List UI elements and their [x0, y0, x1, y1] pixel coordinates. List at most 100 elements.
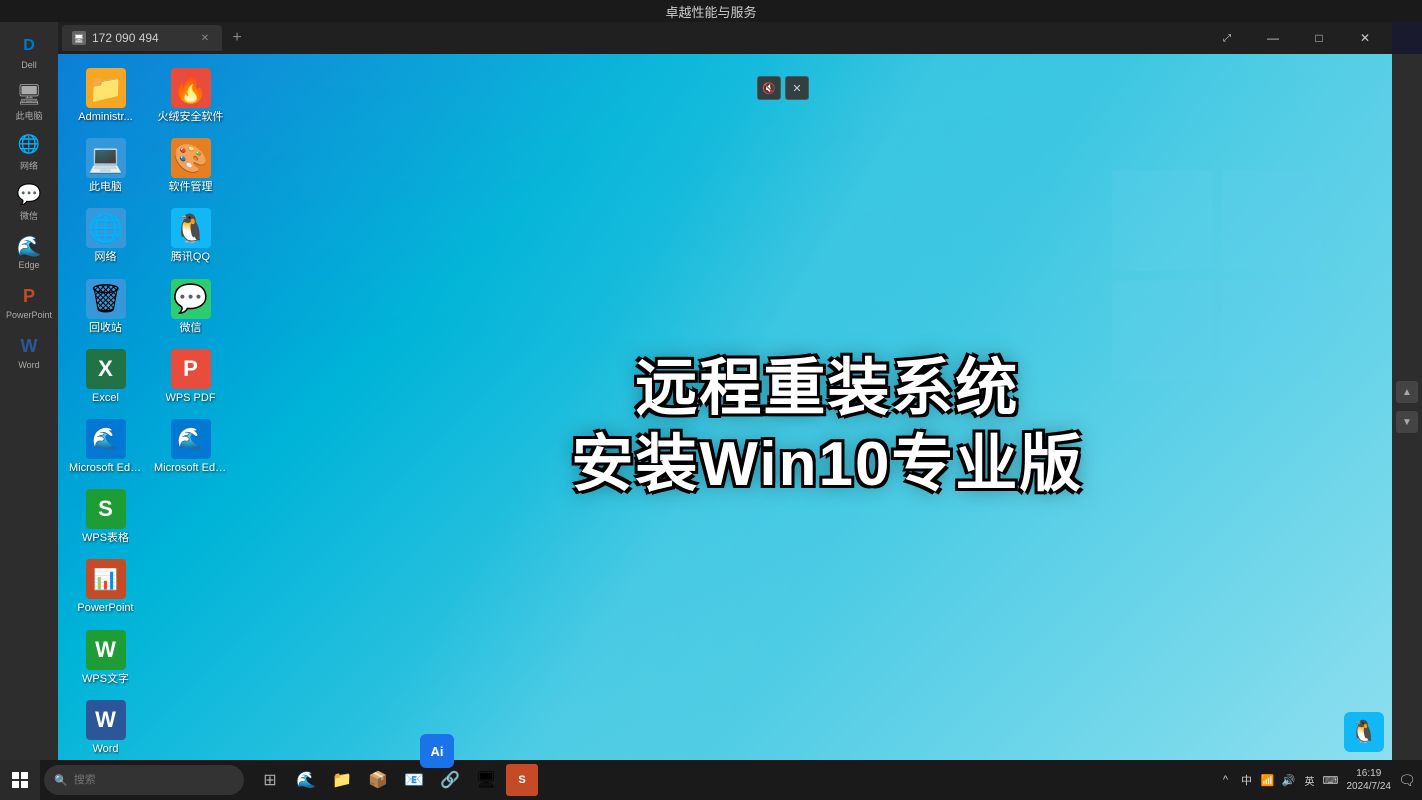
desktop-icon-qq[interactable]: 🐧 腾讯QQ	[153, 204, 228, 268]
outer-taskbar: 🔍 ⊞ 🌊 📁 📦 📧 🔗 🖥 S Ai ^ 中 📶 🔊 英 ⌨ 16:	[0, 760, 1422, 800]
desktop-icon-softmgr[interactable]: 🎨 软件管理	[153, 134, 228, 198]
outer-tray-language[interactable]: 英	[1301, 771, 1319, 789]
outer-app-taskview[interactable]: ⊞	[254, 764, 286, 796]
desktop-icon-excel[interactable]: X Excel	[68, 345, 143, 409]
wechat-icon: 💬	[17, 183, 41, 207]
word-desktop-label: Word	[92, 743, 118, 756]
outer-tray-clock[interactable]: 16:19 2024/7/24	[1343, 767, 1396, 793]
desktop-icon-wpspdf[interactable]: P WPS PDF	[153, 345, 228, 409]
outer-start-button[interactable]	[0, 760, 40, 800]
admin-icon-label: Administr...	[78, 111, 132, 124]
qq-corner-button[interactable]: 🐧	[1344, 712, 1384, 752]
browser-tab[interactable]: 🖥 172 090 494 ✕	[62, 25, 222, 51]
sidebar-item-network[interactable]: 🌐 网络	[7, 130, 51, 174]
sidebar-item-word[interactable]: W Word	[7, 330, 51, 374]
desktop-icon-huorong[interactable]: 🔥 火绒安全软件	[153, 64, 228, 128]
ai-badge[interactable]: Ai	[420, 734, 454, 768]
icon-row-9: W WPS文字	[68, 626, 278, 690]
sidebar-item-edge[interactable]: 🌊 Edge	[7, 230, 51, 274]
outer-tray-sound[interactable]: 🔊	[1280, 771, 1298, 789]
desktop-icon-word[interactable]: W Word	[68, 696, 143, 760]
window-resize-btn[interactable]: ⤢	[1204, 23, 1250, 53]
mypc-icon: 💻	[86, 138, 126, 178]
icon-row-5: X Excel P WPS PDF	[68, 345, 278, 409]
outer-app-wps[interactable]: S	[506, 764, 538, 796]
win-desktop-bg: 📁 Administr... 🔥 火绒安全软件 💻 此电脑	[58, 54, 1392, 800]
huorong-icon: 🔥	[171, 68, 211, 108]
outer-app-remote[interactable]: 🔗	[434, 764, 466, 796]
outer-search-input[interactable]	[74, 774, 234, 786]
desktop-icon-wechat[interactable]: 💬 微信	[153, 275, 228, 339]
outer-title-text: 卓越性能与服务	[665, 2, 756, 21]
sidebar-item-dell[interactable]: D Dell	[7, 30, 51, 74]
pc-icon: 🖥	[17, 83, 41, 107]
right-panel-btn-2[interactable]: ▼	[1396, 411, 1418, 433]
word-desktop-icon: W	[86, 700, 126, 740]
desktop-icon-edge2[interactable]: 🌊 Microsoft Edge	[153, 415, 228, 479]
remote-desktop: 📁 Administr... 🔥 火绒安全软件 💻 此电脑	[58, 54, 1392, 800]
outer-frame: 卓越性能与服务 D Dell 🖥 此电脑 🌐 网络 💬 微信 🌊 Edge P …	[0, 0, 1422, 800]
outer-tray-chevron[interactable]: ^	[1217, 771, 1235, 789]
desktop-icon-wpsxls[interactable]: S WPS表格	[68, 485, 143, 549]
qq-corner-icon: 🐧	[1350, 719, 1377, 745]
wpspdf-icon: P	[171, 349, 211, 389]
outer-title-bar: 卓越性能与服务	[0, 0, 1422, 22]
overlay-line2: 安装Win10专业版	[571, 431, 1083, 499]
outer-app-edge[interactable]: 🌊	[290, 764, 322, 796]
tab-add-btn[interactable]: +	[224, 25, 250, 51]
ppt2-icon: 📊	[86, 559, 126, 599]
ai-badge-text: Ai	[431, 744, 444, 759]
icon-row-8: 📊 PowerPoint	[68, 555, 278, 619]
network-desktop-icon: 🌐	[86, 208, 126, 248]
wpsdoc-icon: W	[86, 630, 126, 670]
window-maximize-btn[interactable]: □	[1296, 23, 1342, 53]
tab-favicon: 🖥	[72, 31, 86, 45]
desktop-icon-recycle[interactable]: 🗑 回收站	[68, 275, 143, 339]
outer-tray-keyboard[interactable]: ⌨	[1322, 771, 1340, 789]
sidebar-label-ppt: PowerPoint	[6, 310, 52, 320]
media-mute-btn[interactable]: 🔇	[757, 76, 781, 100]
desktop-icon-edge1[interactable]: 🌊 Microsoft Edge	[68, 415, 143, 479]
window-controls: ⤢ — □ ✕	[1204, 23, 1388, 53]
icon-row-7: S WPS表格	[68, 485, 278, 549]
outer-tray-chinese[interactable]: 中	[1238, 771, 1256, 789]
network-icon: 🌐	[17, 133, 41, 157]
wechat-desktop-icon: 💬	[171, 279, 211, 319]
sidebar-item-wechat[interactable]: 💬 微信	[7, 180, 51, 224]
wpsdoc-icon-label: WPS文字	[82, 673, 129, 686]
outer-tray-network[interactable]: 📶	[1259, 771, 1277, 789]
softmgr-icon-label: 软件管理	[169, 181, 213, 194]
sidebar-label-pc: 此电脑	[15, 109, 42, 122]
outer-app-pc[interactable]: 🖥	[470, 764, 502, 796]
outer-app-explorer[interactable]: 📁	[326, 764, 358, 796]
outer-tray-notification[interactable]: 🗨	[1398, 771, 1416, 789]
outer-taskbar-search[interactable]: 🔍	[44, 765, 244, 795]
outer-system-tray: ^ 中 📶 🔊 英 ⌨ 16:19 2024/7/24 🗨	[1211, 767, 1422, 793]
ppt2-icon-label: PowerPoint	[77, 602, 133, 615]
sidebar-item-ppt[interactable]: P PowerPoint	[7, 280, 51, 324]
desktop-icon-network[interactable]: 🌐 网络	[68, 204, 143, 268]
window-minimize-btn[interactable]: —	[1250, 23, 1296, 53]
right-panel-btn-1[interactable]: ▲	[1396, 381, 1418, 403]
sidebar-label-network: 网络	[20, 159, 38, 172]
desktop-icon-mypc[interactable]: 💻 此电脑	[68, 134, 143, 198]
qq-icon: 🐧	[171, 208, 211, 248]
mypc-icon-label: 此电脑	[89, 181, 122, 194]
edge-desktop-icon: 🌊	[86, 419, 126, 459]
outer-tray-time-text: 16:19	[1356, 767, 1381, 780]
wpsxls-icon-label: WPS表格	[82, 532, 129, 545]
media-close-btn[interactable]: ✕	[785, 76, 809, 100]
ppt-icon: P	[17, 284, 41, 308]
dell-icon: D	[17, 34, 41, 58]
icon-row-2: 💻 此电脑 🎨 软件管理	[68, 134, 278, 198]
window-close-btn[interactable]: ✕	[1342, 23, 1388, 53]
outer-app-store[interactable]: 📦	[362, 764, 394, 796]
desktop-icon-admin[interactable]: 📁 Administr...	[68, 64, 143, 128]
sidebar-item-pc[interactable]: 🖥 此电脑	[7, 80, 51, 124]
outer-app-mail[interactable]: 📧	[398, 764, 430, 796]
desktop-icon-ppt2[interactable]: 📊 PowerPoint	[68, 555, 143, 619]
recycle-icon: 🗑	[86, 279, 126, 319]
desktop-icon-wpsdoc[interactable]: W WPS文字	[68, 626, 143, 690]
sidebar-label-edge: Edge	[18, 260, 39, 270]
tab-close-btn[interactable]: ✕	[198, 31, 212, 45]
